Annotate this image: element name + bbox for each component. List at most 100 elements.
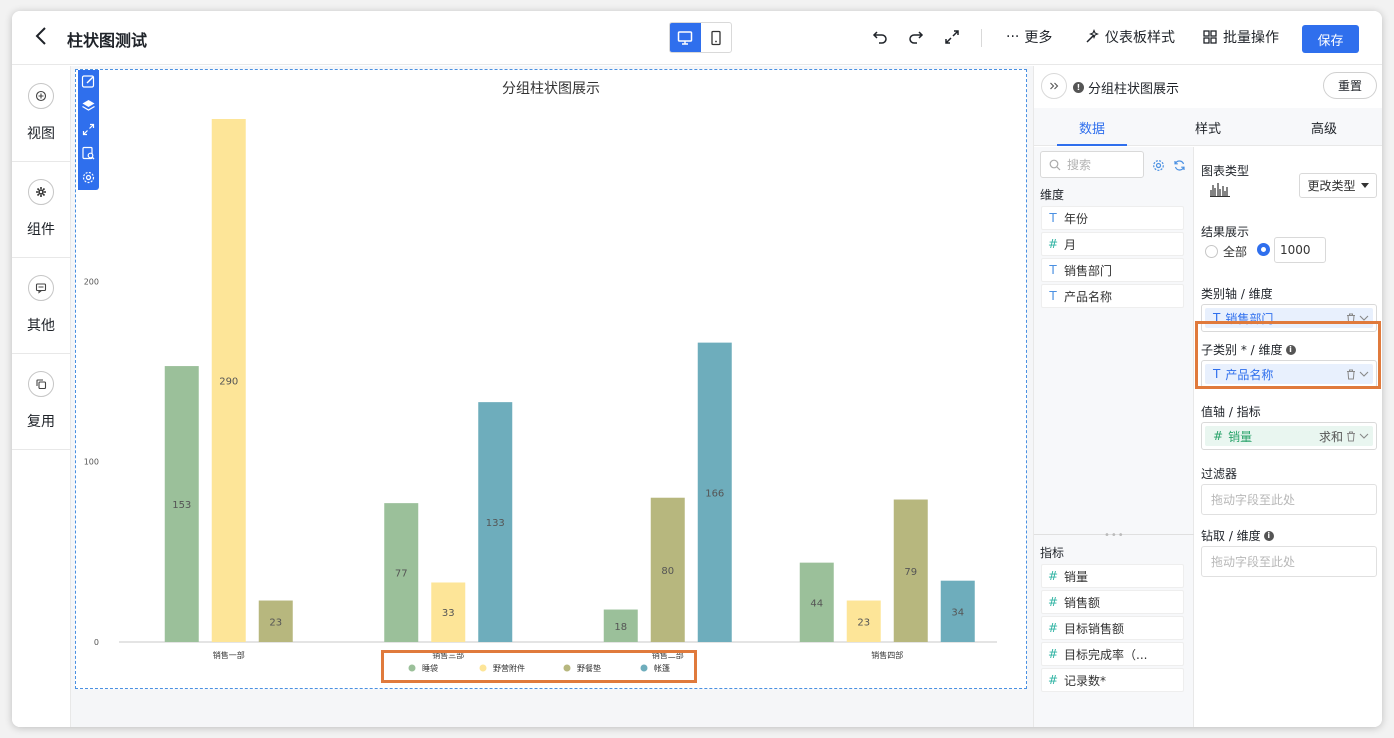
chart-type-label: 图表类型 bbox=[1201, 164, 1250, 178]
panel-chart-name: ! 分组柱状图展示 bbox=[1073, 78, 1179, 97]
undo-icon[interactable] bbox=[869, 26, 891, 48]
value-axis-field-pill[interactable]: # 销量 求和 bbox=[1205, 426, 1373, 446]
fullscreen-icon[interactable] bbox=[941, 26, 963, 48]
result-all-radio[interactable]: 全部 bbox=[1205, 243, 1247, 260]
y-tick-label: 0 bbox=[94, 638, 99, 647]
widget-toolbar bbox=[78, 70, 99, 190]
dimension-field-item[interactable]: # 月 bbox=[1041, 232, 1184, 256]
message-icon bbox=[28, 275, 54, 301]
panel-header: ! 分组柱状图展示 重置 bbox=[1034, 66, 1382, 108]
sidebar-item-view[interactable]: 视图 bbox=[12, 66, 70, 162]
metric-field-item[interactable]: # 销量 bbox=[1041, 564, 1184, 588]
phone-icon bbox=[711, 30, 721, 45]
metric-field-item[interactable]: # 目标完成率（... bbox=[1041, 642, 1184, 666]
search-icon bbox=[1049, 159, 1061, 170]
subcategory-highlight-box bbox=[1195, 321, 1381, 389]
metric-field-item[interactable]: # 目标销售额 bbox=[1041, 616, 1184, 640]
more-button[interactable]: ··· 更多 bbox=[1006, 27, 1052, 47]
bar-value-label: 44 bbox=[810, 598, 823, 609]
sidebar-item-component[interactable]: 组件 bbox=[12, 162, 70, 258]
dimension-field-item[interactable]: T 年份 bbox=[1041, 206, 1184, 230]
back-icon[interactable] bbox=[30, 24, 54, 48]
ellipsis-icon: ··· bbox=[1006, 29, 1020, 45]
metric-field-item[interactable]: # 销售额 bbox=[1041, 590, 1184, 614]
left-sidebar: 视图 组件 其他 复用 bbox=[12, 66, 71, 727]
value-axis-label: 值轴 / 指标 bbox=[1201, 405, 1261, 419]
save-button[interactable]: 保存 bbox=[1302, 25, 1359, 53]
double-chevron-right-icon[interactable] bbox=[1041, 73, 1067, 99]
copy-icon bbox=[28, 371, 54, 397]
drill-label: 钻取 / 维度 i bbox=[1201, 527, 1274, 544]
reset-button[interactable]: 重置 bbox=[1323, 72, 1377, 99]
grid-icon bbox=[1203, 30, 1217, 44]
plus-circle-icon bbox=[28, 83, 54, 109]
dimension-section-label: 维度 bbox=[1040, 188, 1065, 202]
sidebar-item-other[interactable]: 其他 bbox=[12, 258, 70, 354]
mobile-view-button[interactable] bbox=[701, 23, 732, 52]
drag-handle-icon[interactable]: ••• bbox=[1104, 530, 1125, 541]
filter-drop-zone[interactable]: 拖动字段至此处 bbox=[1201, 484, 1377, 515]
device-switch bbox=[669, 22, 732, 53]
page-title: 柱状图测试 bbox=[67, 31, 148, 50]
result-limit-radio[interactable] bbox=[1257, 243, 1270, 256]
dimension-field-item[interactable]: T 销售部门 bbox=[1041, 258, 1184, 282]
caret-down-icon bbox=[1360, 182, 1369, 188]
toolbar-divider bbox=[981, 29, 982, 47]
change-chart-type-dropdown[interactable]: 更改类型 bbox=[1299, 173, 1377, 198]
tab-data[interactable]: 数据 bbox=[1034, 108, 1150, 146]
info-icon: ! bbox=[1073, 82, 1084, 93]
desktop-view-button[interactable] bbox=[670, 23, 701, 52]
bar-value-label: 166 bbox=[705, 488, 724, 499]
dashboard-theme-button[interactable]: 仪表板样式 bbox=[1084, 27, 1175, 47]
bar-value-label: 80 bbox=[661, 566, 674, 577]
trash-icon[interactable] bbox=[1346, 431, 1356, 442]
panel-tabs: 数据 样式 高级 bbox=[1034, 108, 1382, 146]
result-limit-input[interactable] bbox=[1274, 237, 1326, 263]
category-axis-label: 类别轴 / 维度 bbox=[1201, 287, 1273, 301]
info-icon: i bbox=[1263, 530, 1274, 541]
search-input[interactable] bbox=[1067, 157, 1135, 172]
field-list: 维度 T年份 #月 T销售部门 T产品名称 ••• 指标 #销量 #销售额 #目… bbox=[1034, 147, 1194, 727]
bar-value-label: 290 bbox=[219, 377, 238, 388]
filter-label: 过滤器 bbox=[1201, 467, 1238, 481]
drill-drop-zone[interactable]: 拖动字段至此处 bbox=[1201, 546, 1377, 577]
value-axis-slot: # 销量 求和 bbox=[1201, 422, 1377, 450]
chevron-down-icon[interactable] bbox=[1359, 432, 1369, 440]
bar-value-label: 18 bbox=[614, 622, 627, 633]
bar-value-label: 23 bbox=[857, 617, 870, 628]
config-panel: ! 分组柱状图展示 重置 数据 样式 高级 维度 T年份 #月 T销售部门 T产… bbox=[1033, 66, 1382, 727]
refresh-icon[interactable] bbox=[1171, 157, 1187, 173]
y-tick-label: 100 bbox=[84, 458, 99, 467]
expand-icon[interactable] bbox=[80, 121, 97, 138]
bar-value-label: 153 bbox=[172, 500, 191, 511]
bar-chart-type-icon bbox=[1209, 181, 1231, 201]
edit-icon[interactable] bbox=[80, 73, 97, 90]
field-search bbox=[1040, 151, 1144, 178]
metric-field-item[interactable]: # 记录数* bbox=[1041, 668, 1184, 692]
legend-highlight-box bbox=[381, 650, 697, 683]
view-data-icon[interactable] bbox=[80, 145, 97, 162]
app-window: 柱状图测试 ··· 更多 仪表板样式 批量操作 保存 视图 组件 其他 复用 分… bbox=[12, 11, 1382, 727]
magic-wand-icon bbox=[1086, 29, 1099, 43]
layers-icon[interactable] bbox=[80, 97, 97, 114]
x-tick-label: 销售四部 bbox=[871, 650, 903, 660]
bar-value-label: 23 bbox=[269, 617, 282, 628]
bar-value-label: 133 bbox=[486, 518, 505, 529]
dimension-field-item[interactable]: T 产品名称 bbox=[1041, 284, 1184, 308]
tab-advanced[interactable]: 高级 bbox=[1266, 108, 1382, 146]
tab-style[interactable]: 样式 bbox=[1150, 108, 1266, 146]
settings-icon[interactable] bbox=[80, 169, 97, 186]
sidebar-item-reuse[interactable]: 复用 bbox=[12, 354, 70, 450]
grouped-bar-chart: 010020015329023销售一部7733133销售三部1880166销售二… bbox=[84, 119, 997, 673]
redo-icon[interactable] bbox=[905, 26, 927, 48]
metric-section-label: 指标 bbox=[1040, 546, 1065, 560]
bar-value-label: 77 bbox=[395, 569, 408, 580]
y-tick-label: 200 bbox=[84, 277, 99, 286]
top-bar: 柱状图测试 ··· 更多 仪表板样式 批量操作 保存 bbox=[12, 11, 1382, 65]
config-column: 图表类型 更改类型 结果展示 全部 类别轴 / 维度 T 销售部门 bbox=[1195, 147, 1382, 727]
monitor-icon bbox=[678, 30, 693, 45]
x-tick-label: 销售一部 bbox=[213, 650, 245, 660]
batch-operation-button[interactable]: 批量操作 bbox=[1202, 27, 1279, 47]
result-display-label: 结果展示 bbox=[1201, 225, 1250, 239]
field-settings-icon[interactable] bbox=[1150, 157, 1166, 173]
